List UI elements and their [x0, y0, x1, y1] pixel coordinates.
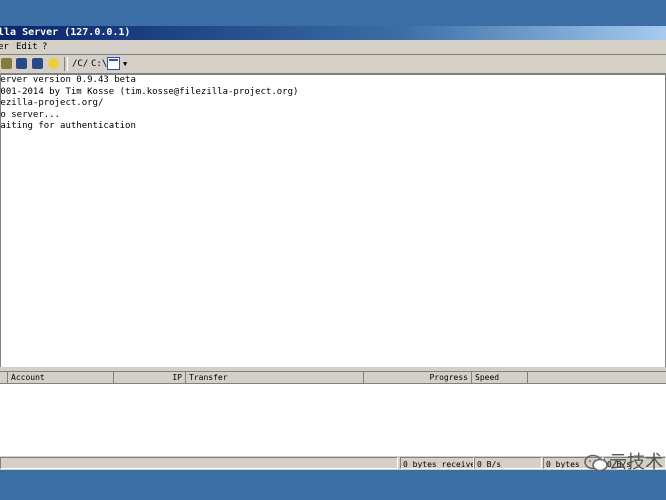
menu-help[interactable]: ? — [42, 40, 47, 54]
groups-settings-button[interactable] — [31, 57, 44, 70]
desktop-background-top — [0, 0, 666, 26]
log-line: 2001-2014 by Tim Kosse (tim.kosse@filezi… — [0, 86, 299, 97]
column-header-filler — [528, 372, 666, 383]
menu-server[interactable]: er — [0, 40, 9, 54]
log-line: Server version 0.9.43 beta — [0, 75, 136, 85]
log-line: to server... — [0, 109, 61, 120]
connections-list[interactable]: Account IP Transfer Progress Speed — [0, 371, 666, 456]
toolbar-separator — [64, 57, 68, 71]
connect-server-button[interactable] — [0, 57, 13, 70]
desktop-background-bottom — [0, 470, 666, 500]
path-windows-button[interactable]: C:\ — [91, 57, 107, 71]
user-settings-icon — [16, 58, 27, 69]
calendar-button[interactable] — [107, 57, 120, 70]
column-header-speed[interactable]: Speed — [472, 372, 528, 383]
watermark: 云技术 — [583, 450, 666, 476]
column-header-ip[interactable]: IP — [114, 372, 186, 383]
column-header-transfer[interactable]: Transfer — [186, 372, 364, 383]
column-header-account[interactable]: Account — [8, 372, 114, 383]
server-log[interactable]: Server version 0.9.43 beta 2001-2014 by … — [0, 74, 666, 368]
column-header-blank[interactable] — [0, 372, 8, 383]
wechat-logo-icon — [584, 454, 608, 472]
window-titlebar[interactable]: lla Server (127.0.0.1) — [0, 26, 666, 40]
group-settings-icon — [32, 58, 43, 69]
watermark-text: 云技术 — [609, 452, 663, 473]
chevron-down-icon[interactable]: ▼ — [123, 57, 127, 71]
help-icon — [48, 58, 59, 69]
column-header-progress[interactable]: Progress — [364, 372, 472, 383]
log-line: waiting for authentication — [0, 121, 136, 132]
calendar-icon — [109, 59, 118, 61]
connect-icon — [1, 58, 12, 69]
menu-edit[interactable]: Edit — [16, 40, 38, 54]
connections-header: Account IP Transfer Progress Speed — [0, 372, 666, 384]
path-unix-button[interactable]: /C/ — [72, 57, 88, 71]
filezilla-server-window: lla Server (127.0.0.1) er Edit ? /C/ C:\… — [0, 26, 666, 470]
status-receive-speed: 0 B/s — [474, 457, 542, 469]
users-settings-button[interactable] — [15, 57, 28, 70]
status-bar: 0 bytes received 0 B/s 0 bytes 0 B/s — [0, 456, 666, 470]
toolbar: /C/ C:\ ▼ — [0, 55, 666, 74]
log-line: lezilla-project.org/ — [0, 98, 104, 109]
menu-bar: er Edit ? — [0, 40, 666, 55]
status-main — [0, 457, 398, 469]
status-bytes-received: 0 bytes received — [400, 457, 474, 469]
window-title: lla Server (127.0.0.1) — [0, 27, 131, 38]
help-button[interactable] — [47, 57, 60, 70]
